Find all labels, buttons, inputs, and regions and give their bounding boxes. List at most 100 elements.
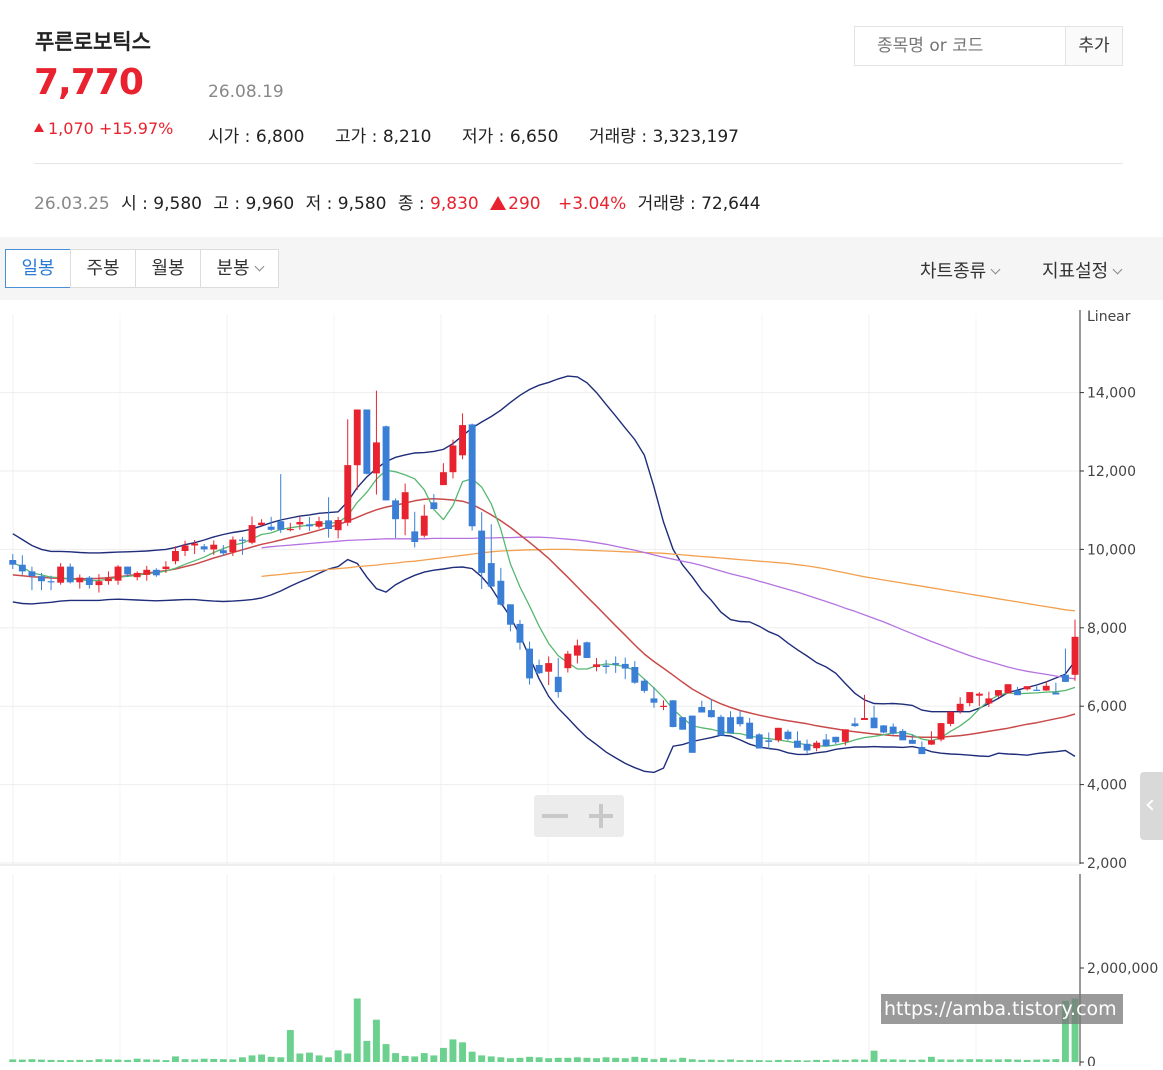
tab-daily[interactable]: 일봉 [5, 249, 71, 288]
candle-body [794, 740, 801, 748]
volume-bar [650, 1059, 658, 1062]
candle-body [602, 665, 610, 667]
candle-body [707, 710, 715, 718]
candle-body [152, 569, 160, 576]
candle-body [286, 529, 294, 531]
add-button[interactable]: 추가 [1065, 26, 1123, 66]
candle-body [583, 642, 591, 658]
candle-body [420, 515, 428, 536]
volume-bar [382, 1044, 390, 1062]
volume-bar [420, 1053, 428, 1062]
tab-minute[interactable]: 분봉 [200, 249, 279, 288]
zoom-out-button[interactable] [542, 814, 568, 818]
volume-bar [38, 1059, 45, 1062]
candle-body [774, 727, 782, 741]
candle-body [401, 492, 409, 520]
candle-body [947, 711, 955, 724]
volume-bar [554, 1057, 562, 1062]
candle-body [353, 409, 361, 466]
candle-body [507, 604, 514, 625]
candle-body [1042, 685, 1050, 691]
volume-bar [152, 1059, 160, 1062]
candle-body [564, 653, 572, 669]
candle-body [459, 425, 466, 456]
volume-bar [66, 1060, 74, 1062]
volume-bar [975, 1059, 983, 1062]
volume-bar [1004, 1059, 1012, 1062]
volume-bar [794, 1060, 801, 1062]
indicator-settings-menu[interactable]: 지표설정 [1042, 257, 1123, 283]
candle-body [9, 560, 17, 565]
candle-body [1052, 692, 1060, 695]
volume-bar [707, 1059, 715, 1062]
volume-bar [918, 1059, 926, 1062]
candle-body [1014, 690, 1021, 696]
hover-change-amount: 290 [508, 194, 541, 214]
candle-body [765, 740, 773, 742]
candle-body [746, 722, 754, 739]
volume-bar [219, 1059, 227, 1062]
volume-bar [736, 1060, 744, 1062]
candle-body [841, 729, 849, 742]
chart-type-menu[interactable]: 차트종류 [920, 257, 1001, 283]
candle-body [76, 577, 84, 583]
up-triangle-icon [34, 123, 44, 132]
volume-bar [947, 1059, 955, 1062]
candle-body [727, 717, 734, 734]
candle-body [66, 566, 74, 583]
candle-body [621, 663, 629, 669]
candle-body [545, 663, 553, 672]
candle-body [85, 577, 93, 585]
volume-bar [478, 1055, 486, 1062]
volume-bar [315, 1055, 323, 1062]
tab-monthly[interactable]: 월봉 [135, 249, 201, 288]
candle-body [516, 623, 524, 643]
volume-bar [822, 1060, 830, 1062]
candle-body [315, 521, 323, 527]
volume-bar [497, 1057, 505, 1062]
candle-body [38, 576, 45, 582]
volume-bar [535, 1057, 543, 1062]
side-panel-toggle[interactable] [1140, 772, 1163, 840]
stock-search-input[interactable] [854, 26, 1066, 66]
volume-bar [440, 1047, 447, 1062]
price-chart[interactable]: Linear 2,000 4,000 6,000 8,000 10,000 12,000 14… [0, 300, 1163, 1070]
volume-bar [717, 1060, 725, 1062]
volume-bar [889, 1059, 897, 1062]
watermark: https://amba.tistory.com [881, 994, 1123, 1024]
low-price: 저가 : 6,650 [462, 127, 559, 147]
scale-label: Linear [1087, 309, 1131, 325]
volume-bar [851, 1059, 859, 1062]
price-tick-label: 2,000 [1087, 856, 1127, 872]
volume-bar [516, 1057, 524, 1062]
candle-body [18, 564, 26, 572]
hover-close: 종 : 9,830 [398, 194, 479, 214]
volume: 거래량 : 3,323,197 [589, 127, 739, 147]
volume-bar [344, 1053, 352, 1062]
candle-body [937, 723, 945, 740]
candle-body [975, 693, 983, 696]
candle-body [47, 581, 55, 583]
candle-body [1023, 686, 1031, 690]
candle-body [306, 524, 313, 527]
candle-body [277, 521, 285, 530]
candle-body [889, 726, 897, 734]
zoom-in-icon [599, 804, 603, 828]
hover-volume: 거래량 : 72,644 [637, 194, 761, 214]
hover-open: 시 : 9,580 [121, 194, 202, 214]
volume-tick-label: 2,000,000 [1087, 961, 1158, 977]
chart-area[interactable]: Linear 2,000 4,000 6,000 8,000 10,000 12,000 14… [0, 300, 1163, 1070]
tab-weekly[interactable]: 주봉 [70, 249, 136, 288]
price-tick-label: 12,000 [1087, 464, 1136, 480]
tab-minute-label: 분봉 [216, 258, 250, 279]
volume-bar [229, 1059, 237, 1062]
candle-body [813, 742, 821, 749]
candle-body [717, 716, 725, 736]
volume-bar [612, 1057, 620, 1062]
candle-body [1062, 674, 1069, 682]
candle-body [449, 445, 457, 473]
hover-close-label: 종 : [397, 194, 431, 214]
stock-header: 푸른로보틱스 7,770 26.08.19 1,070 +15.97% 시가 :… [0, 0, 1163, 237]
candle-body [593, 664, 600, 667]
candle-body [526, 648, 533, 679]
